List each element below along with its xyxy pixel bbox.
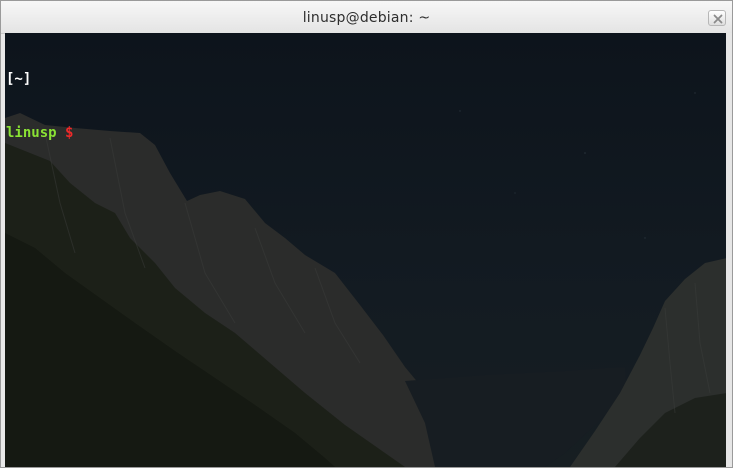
close-icon (713, 14, 723, 24)
prompt-symbol: $ (65, 125, 74, 141)
prompt-line: linusp $ (6, 124, 90, 142)
text-cursor (82, 124, 90, 139)
terminal-area[interactable]: [~] linusp $ (5, 33, 727, 467)
title-bar[interactable]: linusp@debian: ~ (1, 1, 732, 34)
cwd-line: [~] (6, 70, 90, 88)
close-button[interactable] (708, 10, 726, 26)
terminal-scrollbar[interactable] (726, 33, 732, 467)
wallpaper-image (5, 33, 727, 467)
current-directory: [~] (6, 71, 32, 87)
window-title: linusp@debian: ~ (302, 10, 431, 26)
terminal-window: linusp@debian: ~ [~] linusp $ (0, 0, 733, 468)
prompt-username: linusp (6, 125, 57, 141)
terminal-output: [~] linusp $ (6, 34, 90, 178)
